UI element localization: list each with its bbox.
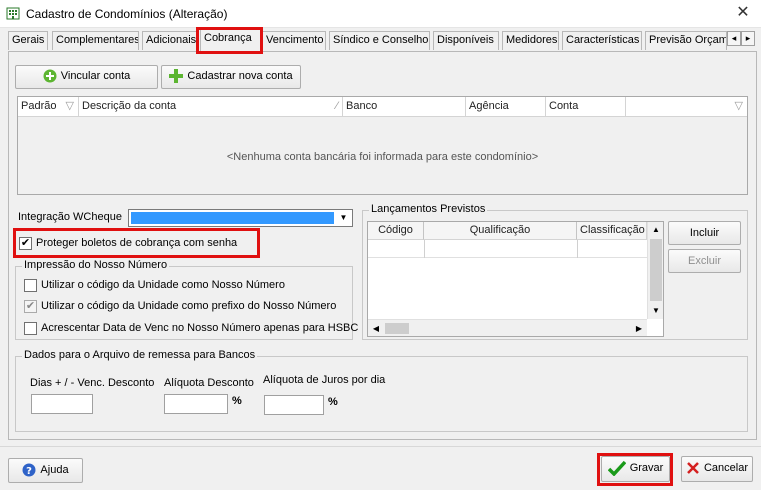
tab-previsao-orcamentaria[interactable]: Previsão Orçam bbox=[645, 31, 727, 50]
column-extra[interactable]: ▽ bbox=[626, 97, 747, 117]
column-agencia[interactable]: Agência bbox=[466, 97, 546, 117]
nosso-numero-title: Impressão do Nosso Número bbox=[22, 259, 170, 271]
lancamentos-grid[interactable]: Código Qualificação Classificação ▲ ▼ ◀ … bbox=[367, 221, 664, 337]
new-account-label: Cadastrar nova conta bbox=[187, 70, 293, 82]
tab-gerais[interactable]: Gerais bbox=[8, 31, 48, 50]
nosso-numero-option-2-checkbox[interactable]: ✔ bbox=[24, 300, 37, 313]
empty-accounts-message: <Nenhuma conta bancária foi informada pa… bbox=[226, 151, 539, 163]
aliquota-juros-input[interactable] bbox=[264, 395, 324, 415]
scroll-right-icon[interactable]: ▶ bbox=[632, 321, 646, 336]
nosso-numero-option-1-label: Utilizar o código da Unidade como Nosso … bbox=[41, 279, 285, 291]
column-banco[interactable]: Banco bbox=[343, 97, 466, 117]
scrollbar-thumb[interactable] bbox=[385, 323, 409, 334]
scroll-up-icon[interactable]: ▲ bbox=[648, 223, 664, 237]
scroll-down-icon[interactable]: ▼ bbox=[648, 304, 664, 318]
column-classificacao[interactable]: Classificação bbox=[577, 222, 647, 240]
filter-icon[interactable]: ▽ bbox=[735, 97, 743, 116]
window-title: Cadastro de Condomínios (Alteração) bbox=[26, 7, 228, 21]
highlight-cobranca-tab bbox=[196, 27, 263, 54]
lancamentos-title: Lançamentos Previstos bbox=[369, 203, 488, 215]
aliquota-juros-label: Alíquota de Juros por dia bbox=[263, 374, 386, 386]
column-descricao[interactable]: Descrição da conta ⁄ bbox=[79, 97, 343, 117]
cancel-label: Cancelar bbox=[703, 462, 749, 474]
exclude-button[interactable]: Excluir bbox=[668, 249, 741, 273]
remessa-title: Dados para o Arquivo de remessa para Ban… bbox=[22, 349, 258, 361]
column-padrao[interactable]: Padrão ▽ bbox=[18, 97, 79, 117]
chevron-down-icon[interactable]: ▼ bbox=[336, 211, 351, 225]
aliquota-juros-percent: % bbox=[328, 396, 338, 408]
aliquota-desconto-label: Alíquota Desconto bbox=[164, 377, 254, 389]
tab-disponiveis[interactable]: Disponíveis bbox=[433, 31, 499, 50]
integration-label: Integração WCheque bbox=[18, 211, 122, 223]
tab-scroll-right-icon[interactable]: ▸ bbox=[741, 31, 755, 46]
tab-medidores[interactable]: Medidores bbox=[502, 31, 559, 50]
horizontal-scrollbar[interactable]: ◀ ▶ bbox=[368, 319, 647, 336]
column-codigo[interactable]: Código bbox=[368, 222, 424, 240]
new-account-button[interactable]: Cadastrar nova conta bbox=[161, 65, 301, 89]
close-icon[interactable]: ✕ bbox=[736, 5, 750, 21]
vertical-scrollbar[interactable]: ▲ ▼ bbox=[647, 222, 663, 319]
footer-divider bbox=[0, 446, 761, 447]
nosso-numero-option-1-checkbox[interactable] bbox=[24, 279, 37, 292]
link-account-button[interactable]: Vincular conta bbox=[15, 65, 158, 89]
resize-grip-icon: ⁄ bbox=[336, 100, 338, 112]
remessa-group: Dados para o Arquivo de remessa para Ban… bbox=[15, 349, 748, 432]
dias-desconto-input[interactable] bbox=[31, 394, 93, 414]
nosso-numero-option-2-label: Utilizar o código da Unidade como prefix… bbox=[41, 300, 337, 312]
include-button[interactable]: Incluir bbox=[668, 221, 741, 245]
tab-complementares[interactable]: Complementares bbox=[52, 31, 139, 50]
scrollbar-thumb[interactable] bbox=[650, 239, 662, 301]
scroll-left-icon[interactable]: ◀ bbox=[369, 321, 383, 336]
aliquota-desconto-percent: % bbox=[232, 395, 242, 407]
integration-select[interactable]: ▼ bbox=[128, 209, 353, 227]
highlight-protect-boletos bbox=[13, 228, 260, 258]
tab-vencimento[interactable]: Vencimento bbox=[262, 31, 326, 50]
column-qualificacao[interactable]: Qualificação bbox=[424, 222, 577, 240]
tab-scroll-left-icon[interactable]: ◂ bbox=[727, 31, 741, 46]
tab-adicionais[interactable]: Adicionais bbox=[142, 31, 197, 50]
nosso-numero-option-3-checkbox[interactable] bbox=[24, 322, 37, 335]
plus-icon bbox=[169, 69, 184, 84]
highlight-save-button bbox=[597, 453, 673, 486]
integration-selected-value bbox=[131, 212, 334, 224]
close-icon bbox=[687, 462, 699, 474]
tab-caracteristicas[interactable]: Características bbox=[562, 31, 642, 50]
help-button[interactable]: ? Ajuda bbox=[8, 458, 83, 483]
help-icon: ? bbox=[22, 463, 36, 477]
svg-text:?: ? bbox=[27, 466, 33, 477]
filter-icon[interactable]: ▽ bbox=[66, 97, 74, 116]
tab-sindico-conselho[interactable]: Síndico e Conselho bbox=[329, 31, 430, 50]
table-row[interactable] bbox=[368, 240, 647, 258]
aliquota-desconto-input[interactable] bbox=[164, 394, 228, 414]
title-bar: Cadastro de Condomínios (Alteração) ✕ bbox=[0, 0, 761, 28]
cancel-button[interactable]: Cancelar bbox=[681, 456, 753, 482]
accounts-grid[interactable]: Padrão ▽ Descrição da conta ⁄ Banco Agênci… bbox=[17, 96, 748, 195]
add-circle-icon bbox=[43, 69, 57, 83]
column-conta[interactable]: Conta bbox=[546, 97, 626, 117]
building-icon bbox=[6, 7, 20, 20]
dias-desconto-label: Dias + / - Venc. Desconto bbox=[30, 377, 155, 389]
link-account-label: Vincular conta bbox=[60, 70, 131, 82]
nosso-numero-option-3-label: Acrescentar Data de Venc no Nosso Número… bbox=[41, 322, 359, 334]
help-label: Ajuda bbox=[40, 464, 69, 476]
